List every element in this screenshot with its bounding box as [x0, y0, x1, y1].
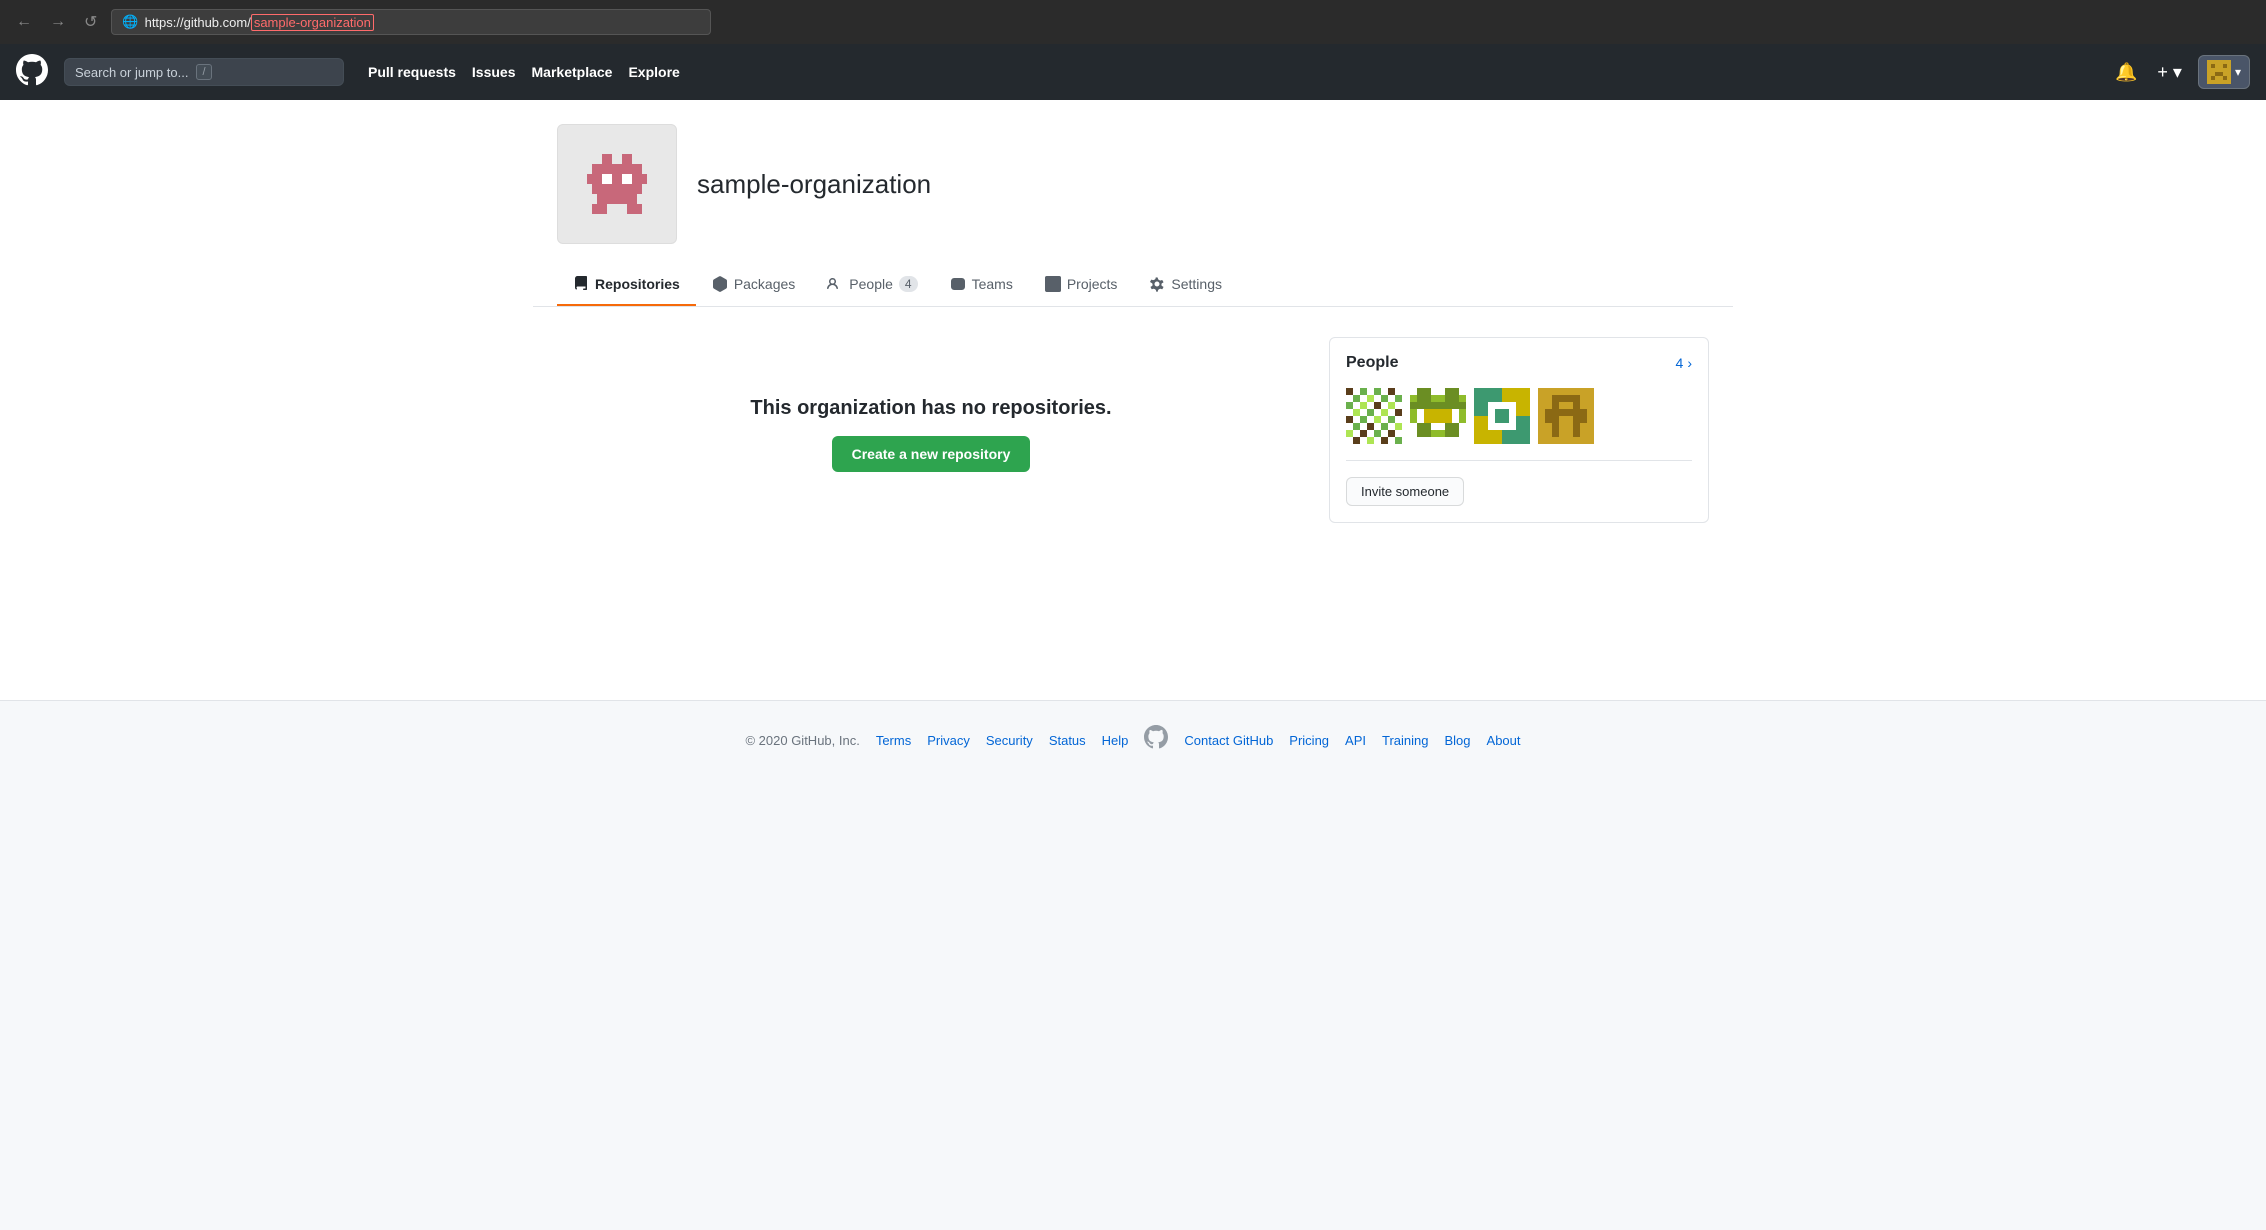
github-logo[interactable] [16, 54, 48, 91]
org-header: sample-organization [533, 100, 1733, 244]
footer-training-link[interactable]: Training [1382, 733, 1428, 748]
user-menu-button[interactable]: ▾ [2198, 55, 2250, 89]
browser-chrome: ← → ↺ 🌐 https://github.com/sample-organi… [0, 0, 2266, 44]
member-avatar-3[interactable] [1474, 388, 1530, 444]
footer: © 2020 GitHub, Inc. Terms Privacy Securi… [0, 700, 2266, 780]
footer-api-link[interactable]: API [1345, 733, 1366, 748]
footer-pricing-link[interactable]: Pricing [1289, 733, 1329, 748]
footer-blog-link[interactable]: Blog [1445, 733, 1471, 748]
people-icon [827, 276, 843, 292]
projects-icon [1045, 276, 1061, 292]
people-count-link[interactable]: 4 › [1676, 355, 1692, 371]
tab-settings[interactable]: Settings [1133, 264, 1238, 306]
user-avatar [2207, 60, 2231, 84]
org-tabs: Repositories Packages People 4 Teams P [533, 264, 1733, 307]
org-name: sample-organization [697, 169, 931, 200]
team-icon [950, 276, 966, 292]
footer-links-left: Terms Privacy Security Status Help [876, 733, 1129, 748]
marketplace-link[interactable]: Marketplace [532, 58, 613, 86]
card-separator [1346, 460, 1692, 461]
footer-github-logo [1144, 725, 1168, 756]
sidebar: People 4 › [1329, 337, 1709, 532]
footer-links-right: Contact GitHub Pricing API Training Blog… [1184, 733, 1520, 748]
footer-contact-link[interactable]: Contact GitHub [1184, 733, 1273, 748]
member-avatar-1[interactable] [1346, 388, 1402, 444]
globe-icon: 🌐 [122, 14, 138, 30]
main-content: sample-organization Repositories Package… [0, 100, 2266, 700]
chevron-down-icon: ▾ [2235, 65, 2241, 79]
empty-state-message: This organization has no repositories. [750, 397, 1111, 420]
search-bar[interactable]: Search or jump to... / [64, 58, 344, 86]
footer-status-link[interactable]: Status [1049, 733, 1086, 748]
explore-link[interactable]: Explore [628, 58, 679, 86]
back-button[interactable]: ← [12, 9, 36, 35]
search-placeholder: Search or jump to... [75, 65, 188, 80]
url-text: https://github.com/sample-organization [145, 15, 374, 30]
navbar-right: 🔔 + ▾ ▾ [2111, 55, 2250, 89]
package-icon [712, 276, 728, 292]
nav-links: Pull requests Issues Marketplace Explore [368, 58, 680, 86]
url-bar[interactable]: 🌐 https://github.com/sample-organization [111, 9, 711, 35]
content-area: This organization has no repositories. C… [533, 307, 1733, 562]
people-card: People 4 › [1329, 337, 1709, 523]
tab-teams[interactable]: Teams [934, 264, 1029, 306]
forward-button[interactable]: → [46, 9, 70, 35]
tab-packages[interactable]: Packages [696, 264, 811, 306]
search-slash: / [196, 64, 211, 80]
footer-about-link[interactable]: About [1487, 733, 1521, 748]
people-card-title: People [1346, 354, 1398, 372]
issues-link[interactable]: Issues [472, 58, 516, 86]
tab-repositories[interactable]: Repositories [557, 264, 696, 306]
invite-someone-button[interactable]: Invite someone [1346, 477, 1464, 506]
main-panel: This organization has no repositories. C… [557, 337, 1305, 532]
chevron-right-icon: › [1687, 355, 1692, 371]
member-avatar-2[interactable] [1410, 388, 1466, 444]
copyright: © 2020 GitHub, Inc. [745, 733, 859, 748]
avatars-row [1346, 388, 1692, 444]
settings-icon [1149, 276, 1165, 292]
footer-privacy-link[interactable]: Privacy [927, 733, 970, 748]
create-repository-button[interactable]: Create a new repository [832, 436, 1031, 472]
footer-terms-link[interactable]: Terms [876, 733, 911, 748]
refresh-button[interactable]: ↺ [80, 8, 101, 36]
notifications-button[interactable]: 🔔 [2111, 58, 2141, 87]
member-avatar-4[interactable] [1538, 388, 1594, 444]
org-avatar [557, 124, 677, 244]
github-navbar: Search or jump to... / Pull requests Iss… [0, 44, 2266, 100]
tab-projects[interactable]: Projects [1029, 264, 1134, 306]
people-card-header: People 4 › [1346, 354, 1692, 372]
tab-people[interactable]: People 4 [811, 264, 933, 306]
people-count: 4 [899, 276, 918, 292]
footer-help-link[interactable]: Help [1102, 733, 1129, 748]
new-item-button[interactable]: + ▾ [2153, 58, 2186, 87]
footer-security-link[interactable]: Security [986, 733, 1033, 748]
footer-inner: © 2020 GitHub, Inc. Terms Privacy Securi… [533, 725, 1733, 756]
pull-requests-link[interactable]: Pull requests [368, 58, 456, 86]
repo-icon [573, 276, 589, 292]
